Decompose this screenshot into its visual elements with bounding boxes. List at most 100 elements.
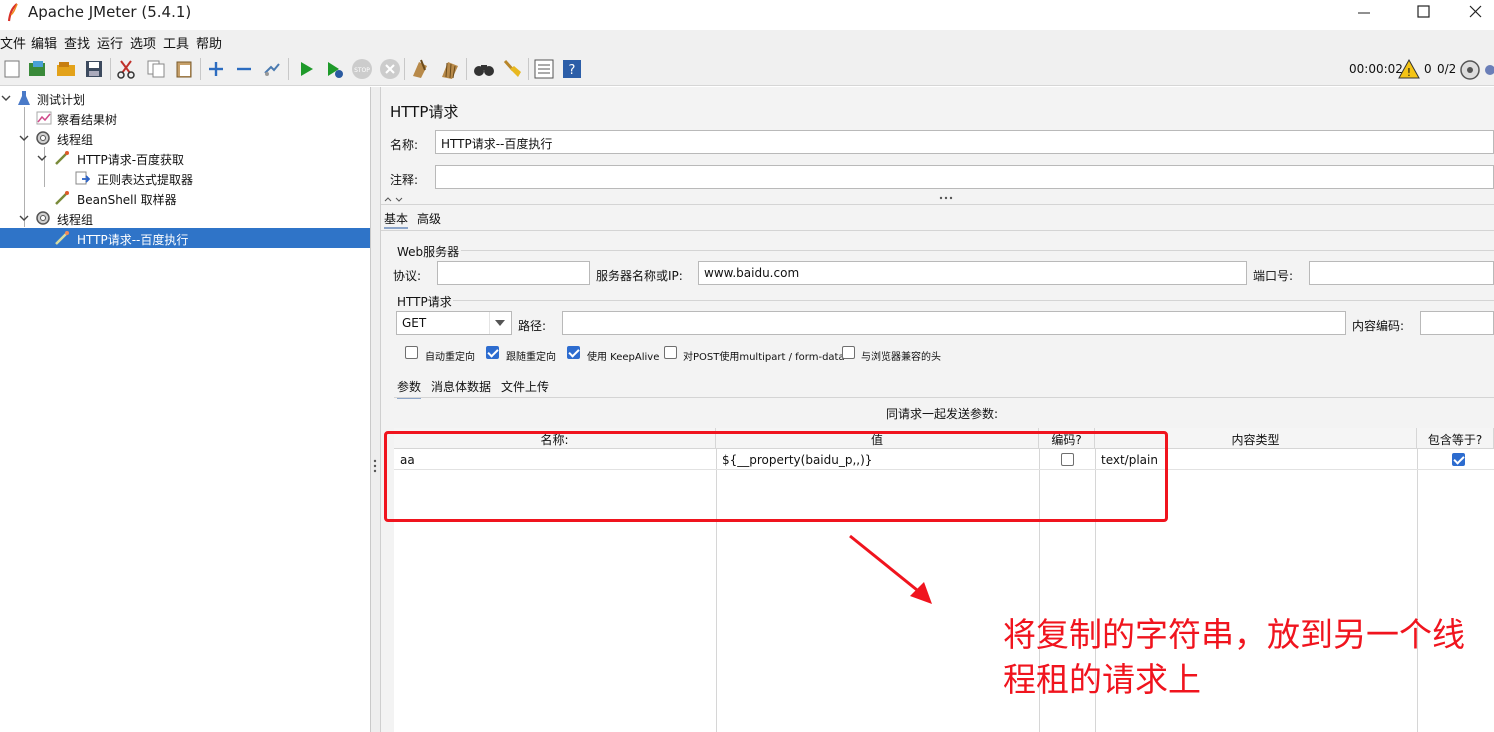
protocol-field[interactable] — [437, 261, 590, 285]
menu-run[interactable]: 运行 — [97, 33, 123, 52]
tab-files-upload[interactable]: 文件上传 — [501, 378, 549, 395]
tree-item-regex-extractor[interactable]: 正则表达式提取器 — [0, 168, 370, 188]
browser-compatible-headers-checkbox[interactable] — [842, 346, 855, 359]
open-button[interactable] — [54, 57, 78, 81]
menu-tools[interactable]: 工具 — [163, 33, 189, 52]
port-label: 端口号: — [1253, 269, 1294, 283]
path-field[interactable] — [562, 311, 1346, 335]
multipart-label: 对POST使用multipart / form-data — [683, 352, 845, 363]
templates-button[interactable] — [26, 57, 50, 81]
reset-search-button[interactable] — [500, 57, 524, 81]
splitter-grip-icon[interactable] — [372, 458, 378, 474]
shutdown-button[interactable] — [378, 57, 402, 81]
help-icon: ? — [563, 60, 581, 78]
start-button[interactable] — [294, 57, 318, 81]
menu-edit[interactable]: 编辑 — [31, 33, 57, 52]
chevron-down-icon[interactable] — [18, 212, 30, 224]
chevron-down-icon[interactable] — [0, 92, 12, 104]
content-encoding-field[interactable] — [1420, 311, 1494, 335]
server-field[interactable]: www.baidu.com — [698, 261, 1247, 285]
tab-body-data[interactable]: 消息体数据 — [431, 378, 491, 395]
collapse-all-button[interactable] — [232, 57, 256, 81]
function-helper-button[interactable] — [532, 57, 556, 81]
maximize-icon — [1417, 5, 1430, 18]
window-title: Apache JMeter (5.4.1) — [28, 3, 192, 21]
title-bar: Apache JMeter (5.4.1) — [0, 0, 1494, 30]
stop-icon: STOP — [352, 59, 372, 79]
multipart-checkbox[interactable] — [664, 346, 677, 359]
menu-help[interactable]: 帮助 — [196, 33, 222, 52]
toggle-button[interactable] — [260, 57, 284, 81]
path-label: 路径: — [518, 319, 547, 333]
keepalive-label: 使用 KeepAlive — [587, 352, 660, 363]
stop-button[interactable]: STOP — [350, 57, 374, 81]
new-button[interactable] — [0, 57, 24, 81]
auto-redirect-checkbox[interactable] — [405, 346, 418, 359]
start-icon — [301, 62, 313, 76]
tree-item-result-tree[interactable]: 察看结果树 — [0, 108, 370, 128]
tree-item-thread-group-1[interactable]: 线程组 — [0, 128, 370, 148]
sampler-icon — [55, 191, 69, 205]
clear-icon — [413, 59, 427, 78]
close-button[interactable] — [1450, 2, 1494, 24]
content-encoding-label: 内容编码: — [1352, 319, 1405, 333]
cut-icon — [117, 60, 135, 79]
tree-item-thread-group-2[interactable]: 线程组 — [0, 208, 370, 228]
annotation-line-1: 将复制的字符串，放到另一个线 — [1003, 615, 1465, 654]
collapse-arrows-icon[interactable] — [383, 194, 407, 204]
result-tree-icon — [36, 111, 52, 125]
copy-icon — [147, 60, 165, 78]
copy-button[interactable] — [144, 57, 168, 81]
reset-search-icon — [503, 60, 521, 77]
clear-all-icon — [442, 62, 458, 79]
svg-text:STOP: STOP — [354, 67, 370, 74]
menu-search[interactable]: 查找 — [64, 33, 90, 52]
column-header-include-equals[interactable]: 包含等于? — [1417, 428, 1494, 449]
tree-item-beanshell-sampler[interactable]: BeanShell 取样器 — [0, 188, 370, 208]
split-pane-divider[interactable] — [371, 87, 381, 732]
follow-redirect-label: 跟随重定向 — [506, 352, 556, 363]
tab-basic[interactable]: 基本 — [384, 210, 409, 229]
comment-field[interactable] — [435, 165, 1494, 189]
http-request-group-title: HTTP请求 — [397, 295, 452, 309]
menu-options[interactable]: 选项 — [130, 33, 156, 52]
auto-redirect-label: 自动重定向 — [425, 352, 475, 363]
clear-button[interactable] — [408, 57, 432, 81]
open-icon — [57, 62, 75, 76]
function-helper-icon — [534, 59, 554, 79]
cut-button[interactable] — [114, 57, 138, 81]
browser-compatible-headers-label: 与浏览器兼容的头 — [861, 352, 941, 363]
port-field[interactable] — [1309, 261, 1494, 285]
keepalive-checkbox[interactable] — [567, 346, 580, 359]
expand-all-button[interactable] — [204, 57, 228, 81]
shutdown-icon — [380, 59, 400, 79]
search-button[interactable] — [472, 57, 496, 81]
follow-redirect-checkbox[interactable] — [486, 346, 499, 359]
start-no-pause-button[interactable] — [322, 57, 346, 81]
tree-item-test-plan[interactable]: 测试计划 — [0, 88, 370, 108]
comment-label: 注释: — [390, 173, 419, 187]
tree-item-http-baidu-exec[interactable]: HTTP请求--百度执行 — [0, 228, 370, 248]
chevron-down-icon[interactable] — [18, 132, 30, 144]
paste-button[interactable] — [172, 57, 196, 81]
clear-all-button[interactable] — [438, 57, 462, 81]
menu-bar: 文件 编辑 查找 运行 选项 工具 帮助 — [0, 30, 1494, 54]
drag-handle-icon[interactable] — [939, 195, 953, 201]
maximize-button[interactable] — [1400, 2, 1446, 24]
method-dropdown-icon[interactable] — [489, 312, 511, 334]
status-gear-icon — [1460, 60, 1480, 80]
extractor-icon — [75, 171, 90, 185]
tab-parameters[interactable]: 参数 — [397, 378, 422, 399]
menu-file[interactable]: 文件 — [0, 33, 26, 52]
chevron-down-icon[interactable] — [36, 152, 48, 164]
svg-text:?: ? — [569, 63, 576, 78]
help-button[interactable]: ? — [560, 57, 584, 81]
param-include-equals-checkbox[interactable] — [1452, 453, 1465, 466]
warning-icon[interactable]: ! — [1398, 59, 1420, 79]
minimize-button[interactable] — [1346, 2, 1392, 24]
tree-item-http-baidu-get[interactable]: HTTP请求-百度获取 — [0, 148, 370, 168]
paste-icon — [176, 61, 192, 78]
tab-advanced[interactable]: 高级 — [417, 210, 441, 227]
name-field[interactable]: HTTP请求--百度执行 — [435, 130, 1494, 154]
save-button[interactable] — [82, 57, 106, 81]
